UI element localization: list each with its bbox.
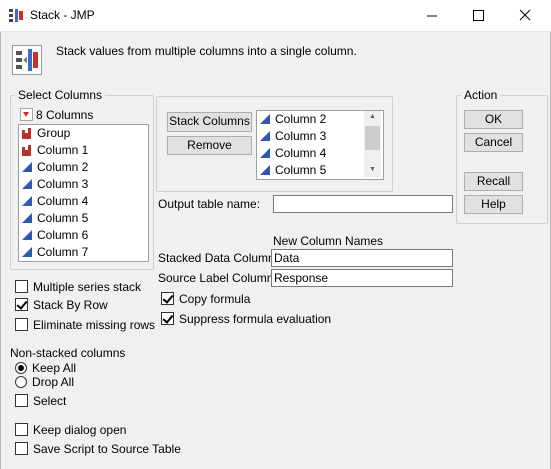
continuous-triangle-icon (22, 213, 32, 223)
suppress-formula-checkbox[interactable]: Suppress formula evaluation (161, 312, 331, 326)
list-item-label: Column 2 (275, 112, 327, 126)
stack-columns-button[interactable]: Stack Columns (167, 112, 252, 132)
continuous-triangle-icon (260, 165, 270, 175)
radio-icon[interactable] (15, 362, 27, 374)
action-title: Action (464, 88, 498, 102)
list-item-label: Column 7 (37, 245, 89, 259)
save-script-label: Save Script to Source Table (33, 442, 181, 456)
keep-dialog-open-label: Keep dialog open (33, 423, 127, 437)
list-item[interactable]: Column 3 (19, 176, 148, 193)
continuous-triangle-icon (260, 148, 270, 158)
multiple-series-checkbox[interactable]: Multiple series stack (15, 280, 141, 294)
continuous-triangle-icon (22, 179, 32, 189)
jmp-stack-icon (9, 9, 23, 22)
checkbox-icon[interactable] (15, 423, 28, 436)
list-item-label: Column 1 (37, 143, 89, 157)
continuous-triangle-icon (260, 131, 270, 141)
cancel-button[interactable]: Cancel (464, 133, 523, 152)
list-item[interactable]: Column 6 (19, 227, 148, 244)
checkbox-icon[interactable] (161, 292, 174, 305)
continuous-triangle-icon (22, 230, 32, 240)
stack-by-row-checkbox[interactable]: Stack By Row (15, 298, 108, 312)
nominal-bar-icon (22, 128, 31, 139)
continuous-triangle-icon (22, 162, 32, 172)
minimize-icon[interactable] (410, 0, 454, 31)
column-count-label: 8 Columns (36, 108, 94, 122)
list-item-label: Group (37, 126, 71, 140)
list-item[interactable]: Column 7 (19, 244, 148, 261)
select-label: Select (33, 394, 67, 408)
ok-button[interactable]: OK (464, 110, 523, 129)
list-item-label: Column 3 (275, 129, 327, 143)
scroll-down-icon[interactable]: ▼ (369, 166, 376, 173)
list-item[interactable]: Group (19, 125, 148, 142)
continuous-triangle-icon (22, 196, 32, 206)
list-item[interactable]: Column 1 (19, 142, 148, 159)
source-label-column-label: Source Label Column (158, 271, 274, 285)
select-columns-list[interactable]: Group Column 1 Column 2 Column 3 Column 4 Col… (18, 124, 149, 262)
list-item-label: Column 3 (37, 177, 89, 191)
list-item[interactable]: Column 2 (19, 159, 148, 176)
suppress-formula-label: Suppress formula evaluation (179, 312, 332, 326)
copy-formula-checkbox[interactable]: Copy formula (161, 292, 250, 306)
checkbox-icon[interactable] (15, 298, 28, 311)
non-stacked-title: Non-stacked columns (10, 346, 126, 360)
scroll-up-icon[interactable]: ▲ (369, 113, 376, 120)
checkbox-icon[interactable] (161, 312, 174, 325)
multiple-series-label: Multiple series stack (33, 280, 142, 294)
list-item-label: Column 6 (37, 228, 89, 242)
eliminate-missing-checkbox[interactable]: Eliminate missing rows (15, 318, 155, 332)
checkbox-icon[interactable] (15, 442, 28, 455)
stacked-data-column-input[interactable]: Data (271, 249, 453, 267)
stacked-data-column-label: Stacked Data Column (158, 251, 275, 265)
stack-by-row-label: Stack By Row (33, 298, 108, 312)
continuous-triangle-icon (22, 247, 32, 257)
recall-button[interactable]: Recall (464, 172, 523, 191)
eliminate-missing-label: Eliminate missing rows (33, 318, 156, 332)
list-item-label: Column 2 (37, 160, 89, 174)
checkbox-icon[interactable] (15, 280, 28, 293)
output-table-label: Output table name: (158, 197, 261, 211)
checkbox-icon[interactable] (15, 394, 28, 407)
keep-all-label: Keep All (32, 361, 77, 375)
list-item[interactable]: Column 4 (19, 193, 148, 210)
red-triangle-menu-icon[interactable] (20, 108, 33, 121)
copy-formula-label: Copy formula (179, 292, 251, 306)
keep-dialog-open-checkbox[interactable]: Keep dialog open (15, 423, 126, 437)
remove-button[interactable]: Remove (167, 136, 252, 155)
select-checkbox[interactable]: Select (15, 394, 66, 408)
list-item-label: Column 5 (275, 163, 327, 177)
close-icon[interactable] (503, 0, 547, 31)
select-columns-title: Select Columns (18, 88, 103, 102)
dialog-description: Stack values from multiple columns into … (56, 44, 357, 58)
drop-all-label: Drop All (32, 375, 75, 389)
nominal-bar-icon (22, 145, 31, 156)
source-label-column-input[interactable]: Response (271, 269, 453, 287)
continuous-triangle-icon (260, 114, 270, 124)
list-item[interactable]: Column 5 (19, 210, 148, 227)
stack-platform-icon (12, 45, 42, 75)
list-item-label: Column 4 (37, 194, 89, 208)
checkbox-icon[interactable] (15, 318, 28, 331)
maximize-icon[interactable] (456, 0, 500, 31)
output-table-input[interactable] (273, 195, 453, 213)
column-count-row[interactable]: 8 Columns (20, 108, 93, 122)
keep-all-radio[interactable]: Keep All (15, 361, 76, 375)
list-item-label: Column 5 (37, 211, 89, 225)
save-script-checkbox[interactable]: Save Script to Source Table (15, 442, 181, 456)
window-title: Stack - JMP (30, 8, 95, 22)
radio-icon[interactable] (15, 376, 27, 388)
scrollbar-thumb[interactable] (365, 126, 380, 150)
help-button[interactable]: Help (464, 195, 523, 214)
drop-all-radio[interactable]: Drop All (15, 375, 74, 389)
new-column-names-title: New Column Names (273, 234, 384, 248)
list-item-label: Column 4 (275, 146, 327, 160)
